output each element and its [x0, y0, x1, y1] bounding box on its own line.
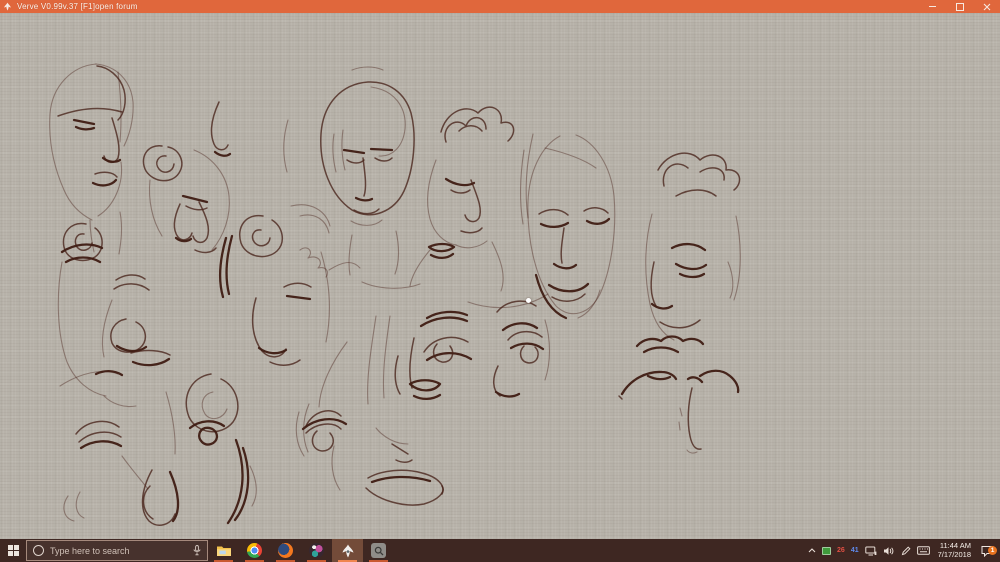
- action-center-button[interactable]: 1: [976, 545, 998, 557]
- image-viewer-icon: [371, 543, 386, 558]
- taskbar-app-chrome[interactable]: [239, 539, 270, 562]
- tray-keyboard-button[interactable]: [914, 539, 933, 562]
- tray-green-utility[interactable]: [819, 539, 834, 562]
- speaker-icon: [883, 546, 895, 556]
- title-bar: Verve V0.99v.37 [F1]open forum: [0, 0, 1000, 13]
- brush-cursor: [526, 298, 531, 303]
- notification-badge: 1: [988, 546, 997, 555]
- sketch-face-4: [410, 107, 514, 291]
- tray-monitor-blue[interactable]: 41: [848, 539, 862, 562]
- sketch-face-9: [60, 371, 256, 525]
- sketch-face-7: [58, 224, 170, 407]
- sketch-face-8: [220, 205, 330, 366]
- taskbar-app-file-explorer[interactable]: [208, 539, 239, 562]
- sketch-face-3: [321, 67, 414, 275]
- sketch-nose-studies: [174, 102, 288, 241]
- taskbar-search[interactable]: Type here to search: [26, 540, 208, 561]
- sketch-face-12: [494, 301, 550, 396]
- chevron-up-icon: [808, 548, 816, 553]
- tray-overflow-button[interactable]: [805, 539, 819, 562]
- windows-logo-icon: [8, 545, 19, 556]
- red-monitor-value: 26: [837, 539, 845, 562]
- maximize-button[interactable]: [946, 0, 973, 13]
- paint-sphere-icon: [309, 543, 324, 558]
- keyboard-icon: [917, 546, 930, 555]
- window-controls: [919, 0, 1000, 13]
- close-icon: [983, 3, 991, 11]
- verve-app-icon: [3, 2, 12, 11]
- close-button[interactable]: [973, 0, 1000, 13]
- tray-pen-button[interactable]: [898, 539, 914, 562]
- tray-volume-button[interactable]: [880, 539, 898, 562]
- sketch-face-6: [646, 153, 741, 340]
- taskbar: Type here to search: [0, 539, 1000, 562]
- drawing-canvas[interactable]: [0, 13, 1000, 539]
- blue-monitor-value: 41: [851, 539, 859, 562]
- tray-network-button[interactable]: [862, 539, 880, 562]
- sketch-face-11: [296, 312, 471, 505]
- sketch-face-13: [619, 337, 738, 454]
- green-utility-icon: [822, 547, 831, 555]
- clock-date: 7/17/2018: [938, 551, 971, 560]
- maximize-icon: [956, 3, 964, 11]
- sketch-face-5: [520, 134, 614, 318]
- microphone-icon[interactable]: [193, 545, 201, 556]
- tray-monitor-red[interactable]: 26: [834, 539, 848, 562]
- system-tray: 26 41: [805, 539, 1000, 562]
- taskbar-app-firefox[interactable]: [270, 539, 301, 562]
- firefox-icon: [278, 543, 293, 558]
- minimize-icon: [929, 6, 936, 7]
- network-icon: [865, 546, 877, 556]
- start-button[interactable]: [0, 539, 26, 562]
- pen-icon: [901, 546, 911, 556]
- window-title: Verve V0.99v.37 [F1]open forum: [17, 0, 138, 13]
- cortana-icon: [33, 545, 44, 556]
- minimize-button[interactable]: [919, 0, 946, 13]
- taskbar-app-paint-sphere[interactable]: [301, 539, 332, 562]
- magnifier-icon: [374, 546, 384, 556]
- ink-sketches: [0, 13, 1000, 539]
- desktop: { "window": { "title": "Verve V0.99v.37 …: [0, 0, 1000, 562]
- verve-icon: [340, 543, 356, 559]
- taskbar-clock[interactable]: 11:44 AM 7/17/2018: [933, 542, 976, 559]
- sketch-face-2: [143, 146, 229, 253]
- taskbar-app-verve[interactable]: [332, 539, 363, 562]
- taskbar-app-image-viewer[interactable]: [363, 539, 394, 562]
- sketch-lips-study: [429, 244, 454, 258]
- sketch-face-1: [50, 64, 133, 254]
- file-explorer-icon: [216, 543, 232, 559]
- search-placeholder: Type here to search: [50, 546, 130, 556]
- taskbar-apps: [208, 539, 394, 562]
- chrome-icon: [247, 543, 262, 558]
